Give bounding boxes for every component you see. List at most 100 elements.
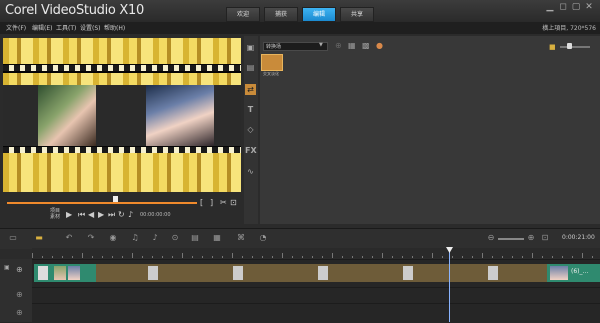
play-icon[interactable]: ▶: [66, 210, 72, 219]
instant-project-icon[interactable]: ▤: [245, 62, 256, 73]
overlay-track: [0, 287, 600, 304]
motion-tracking-icon[interactable]: ⊙: [170, 233, 180, 243]
apply-to-all-icon[interactable]: ▩: [362, 41, 370, 50]
overlay-ripple-icon[interactable]: ⊕: [16, 290, 23, 299]
menu-edit[interactable]: 编辑(E): [32, 23, 52, 32]
zoom-in-icon[interactable]: ⊕: [526, 233, 536, 243]
clip-thumbnail: [488, 266, 498, 280]
repeat-icon[interactable]: ↻: [118, 210, 125, 219]
ruler-tick: [102, 256, 103, 258]
home-icon[interactable]: ⏮: [78, 210, 85, 220]
enlarge-icon[interactable]: ⊡: [230, 198, 237, 207]
apply-to-video-icon[interactable]: ▦: [348, 41, 356, 50]
menu-tools[interactable]: 工具(T): [56, 23, 76, 32]
split-icon[interactable]: ⌘: [236, 233, 246, 243]
zoom-slider[interactable]: [498, 238, 524, 240]
mark-in-icon[interactable]: [: [200, 198, 203, 207]
timeline-ruler[interactable]: [32, 248, 600, 258]
chevron-down-icon[interactable]: ▼: [319, 42, 323, 48]
ruler-tick: [542, 256, 543, 258]
volume-icon[interactable]: ♪: [128, 210, 133, 219]
menu-file[interactable]: 文件(F): [6, 23, 26, 32]
ruler-tick: [332, 253, 333, 258]
thumbnail-size-slider[interactable]: [560, 46, 590, 48]
tab-welcome[interactable]: 欢迎: [226, 7, 260, 22]
ruler-tick: [392, 256, 393, 258]
storyboard-view-icon[interactable]: ▭: [8, 233, 18, 243]
ruler-tick: [552, 256, 553, 258]
add-to-favorites-icon[interactable]: ⊕: [335, 41, 342, 50]
ruler-tick: [142, 256, 143, 258]
previous-icon[interactable]: ◀: [88, 210, 94, 219]
maximize-icon[interactable]: ▢: [571, 2, 581, 12]
sound-mixer-icon[interactable]: ♫: [130, 233, 140, 243]
path-icon[interactable]: ∿: [245, 166, 256, 177]
clip-thumbnail: [68, 266, 80, 280]
tab-edit[interactable]: 编辑: [302, 7, 336, 22]
ruler-tick: [582, 253, 583, 258]
ruler-tick: [172, 256, 173, 258]
cut-icon[interactable]: ✂: [220, 198, 227, 207]
ruler-tick: [512, 256, 513, 258]
timeline-view-icon[interactable]: ▬: [34, 233, 44, 243]
ruler-tick: [152, 256, 153, 258]
record-icon[interactable]: ◉: [108, 233, 118, 243]
track-visibility-icon[interactable]: ▣: [4, 264, 10, 271]
transition-icon[interactable]: ⇄: [245, 84, 256, 95]
close-icon[interactable]: ✕: [584, 2, 594, 12]
photo-right: [146, 85, 214, 146]
auto-music-icon[interactable]: ♪: [150, 233, 160, 243]
undo-icon[interactable]: ↶: [64, 233, 74, 243]
time-remap-icon[interactable]: ◔: [258, 233, 268, 243]
slider-handle[interactable]: [567, 43, 572, 49]
project-properties: 橫上項目, 720*576: [542, 25, 596, 32]
minimize-icon[interactable]: ▁: [545, 2, 555, 12]
title-ripple-icon[interactable]: ⊕: [16, 308, 23, 317]
transition-thumbnail[interactable]: [261, 54, 283, 71]
clip-thumbnail: [148, 266, 158, 280]
next-icon[interactable]: ▶: [98, 210, 104, 219]
fit-project-icon[interactable]: ⊡: [540, 233, 550, 243]
multi-camera-icon[interactable]: ▦: [212, 233, 222, 243]
graphic-icon[interactable]: ◇: [245, 124, 256, 135]
clip-thumbnail: [233, 266, 243, 280]
folder-icon[interactable]: ■: [549, 43, 556, 51]
clip-thumbnail: [318, 266, 328, 280]
title-icon[interactable]: T: [245, 104, 256, 115]
fx-icon[interactable]: FX: [245, 145, 257, 156]
track-ripple-icon[interactable]: ⊕: [16, 265, 23, 274]
play-mode-labels[interactable]: 项目 素材: [50, 208, 60, 220]
end-icon[interactable]: ⏭: [108, 210, 115, 220]
tab-share[interactable]: 共享: [340, 7, 374, 22]
menu-settings[interactable]: 设置(S): [80, 23, 101, 32]
timecode[interactable]: 00:00:00:00: [140, 212, 171, 218]
ruler-tick: [282, 253, 283, 258]
mode-clip[interactable]: 素材: [50, 214, 60, 220]
ruler-tick: [122, 256, 123, 258]
menu-help[interactable]: 帮助(H): [104, 23, 125, 32]
tab-capture[interactable]: 捕获: [264, 7, 298, 22]
app-logo: Corel VideoStudio X10: [5, 3, 144, 18]
subtitle-editor-icon[interactable]: ▤: [190, 233, 200, 243]
zoom-out-icon[interactable]: ⊖: [486, 233, 496, 243]
ruler-tick: [402, 256, 403, 258]
media-icon[interactable]: ▣: [245, 42, 256, 53]
redo-icon[interactable]: ↷: [86, 233, 96, 243]
restore-icon[interactable]: ◻: [558, 2, 568, 12]
scrub-bar[interactable]: [7, 202, 197, 204]
ruler-tick: [32, 253, 33, 258]
get-more-icon[interactable]: ●: [376, 41, 383, 50]
clip-thumbnail: [403, 266, 413, 280]
transition-clip[interactable]: [96, 264, 146, 282]
ruler-tick: [492, 256, 493, 258]
clip-thumbnail: [38, 266, 48, 280]
mark-out-icon[interactable]: ]: [210, 198, 213, 207]
ruler-tick: [82, 253, 83, 258]
ruler-tick: [372, 256, 373, 258]
ruler-tick: [242, 256, 243, 258]
film-band: [3, 73, 241, 85]
scrub-handle[interactable]: [113, 196, 119, 202]
clip-thumbnail: [550, 266, 568, 280]
preview-window[interactable]: [3, 38, 241, 192]
timeline-playhead[interactable]: [449, 248, 450, 322]
